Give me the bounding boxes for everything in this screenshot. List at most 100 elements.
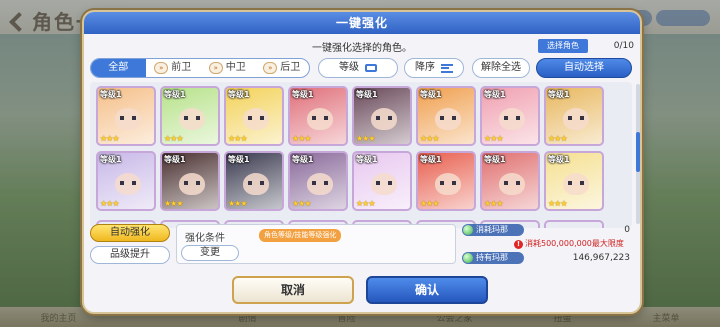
card-level: 等级1 xyxy=(356,90,378,99)
mana-coin-icon xyxy=(463,225,473,235)
character-card[interactable]: 等级1 ★★★ xyxy=(352,151,412,211)
card-level: 等级1 xyxy=(164,155,186,164)
character-eyes xyxy=(312,116,328,120)
character-eyes xyxy=(376,116,392,120)
character-eyes xyxy=(568,116,584,120)
character-card[interactable]: 等级1 ★★★ xyxy=(480,86,540,146)
grid-scrollbar[interactable] xyxy=(636,84,640,224)
card-stars: ★★★ xyxy=(548,199,567,208)
condition-label: 强化条件 xyxy=(185,233,225,244)
stack-icon xyxy=(365,64,377,72)
card-level: 等级1 xyxy=(484,155,506,164)
character-eyes xyxy=(504,181,520,185)
character-card[interactable]: 等级1 ★★★ xyxy=(544,151,604,211)
character-eyes xyxy=(504,116,520,120)
confirm-button[interactable]: 确认 xyxy=(366,276,488,304)
tab-all[interactable]: 全部 xyxy=(91,59,146,77)
character-card[interactable]: 等级1 ★★★ xyxy=(96,86,156,146)
card-level: 等级1 xyxy=(228,90,250,99)
card-stars: ★★★ xyxy=(484,199,503,208)
card-stars: ★★★ xyxy=(356,199,375,208)
enhance-condition-panel: 强化条件 变更 角色等级/技能等级强化 xyxy=(176,224,456,264)
card-level: 等级1 xyxy=(420,90,442,99)
one-click-enhance-dialog: 一键强化 一键强化选择的角色。 选择角色 0/10 全部 » 前卫 » 中卫 » 后卫… xyxy=(84,12,640,312)
character-eyes xyxy=(184,116,200,120)
middle-position-icon: » xyxy=(208,62,223,74)
character-card[interactable]: 等级1 ★★★ xyxy=(160,151,220,211)
mana-warning: ! 消耗500,000,000最大限度 xyxy=(514,238,624,249)
character-card[interactable]: 等级1 ★★★ xyxy=(352,86,412,146)
card-level: 等级1 xyxy=(548,155,570,164)
character-eyes xyxy=(568,181,584,185)
card-stars: ★★★ xyxy=(228,134,247,143)
mana-owned-value: 146,967,223 xyxy=(572,253,630,263)
tab-back[interactable]: » 后卫 xyxy=(255,59,310,77)
card-level: 等级1 xyxy=(420,155,442,164)
card-stars: ★★★ xyxy=(100,199,119,208)
character-card[interactable]: 等级1 ★★★ xyxy=(416,86,476,146)
position-tabs: 全部 » 前卫 » 中卫 » 后卫 xyxy=(90,58,310,78)
mana-coin-icon xyxy=(463,253,473,263)
subtitle-row: 一键强化选择的角色。 选择角色 0/10 xyxy=(84,34,640,56)
card-level: 等级1 xyxy=(484,90,506,99)
condition-change-button[interactable]: 变更 xyxy=(181,245,239,261)
card-level: 等级1 xyxy=(164,90,186,99)
card-stars: ★★★ xyxy=(164,199,183,208)
character-eyes xyxy=(312,181,328,185)
mana-owned-chip: 持有玛那 xyxy=(462,252,524,264)
auto-select-button[interactable]: 自动选择 xyxy=(536,58,632,78)
card-level: 等级1 xyxy=(292,155,314,164)
card-level: 等级1 xyxy=(228,155,250,164)
card-stars: ★★★ xyxy=(420,199,439,208)
condition-tag: 角色等级/技能等级强化 xyxy=(259,229,342,242)
character-eyes xyxy=(120,181,136,185)
card-stars: ★★★ xyxy=(100,134,119,143)
character-eyes xyxy=(120,116,136,120)
mana-owned-line: 持有玛那 146,967,223 xyxy=(462,252,634,264)
character-card[interactable]: 等级1 ★★★ xyxy=(480,151,540,211)
card-stars: ★★★ xyxy=(228,199,247,208)
auto-enhance-button[interactable]: 自动强化 xyxy=(90,224,170,242)
card-stars: ★★★ xyxy=(164,134,183,143)
tab-middle[interactable]: » 中卫 xyxy=(200,59,255,77)
card-stars: ★★★ xyxy=(292,199,311,208)
tab-front[interactable]: » 前卫 xyxy=(146,59,201,77)
sort-icon xyxy=(441,63,453,73)
select-character-label: 选择角色 xyxy=(538,39,588,53)
sort-order-button[interactable]: 降序 xyxy=(404,58,464,78)
card-stars: ★★★ xyxy=(548,134,567,143)
mana-panel: 消耗玛那 0 ! 消耗500,000,000最大限度 持有玛那 146,967,2… xyxy=(462,224,634,266)
card-stars: ★★★ xyxy=(420,134,439,143)
card-level: 等级1 xyxy=(100,90,122,99)
mana-cost-line: 消耗玛那 0 xyxy=(462,224,634,236)
card-level: 等级1 xyxy=(548,90,570,99)
card-stars: ★★★ xyxy=(356,134,375,143)
mana-cost-chip: 消耗玛那 xyxy=(462,224,524,236)
warning-icon: ! xyxy=(514,240,523,249)
filter-row: 全部 » 前卫 » 中卫 » 后卫 等级 降序 解除全选 自动选择 xyxy=(90,58,636,78)
character-eyes xyxy=(376,181,392,185)
cancel-button[interactable]: 取消 xyxy=(232,276,354,304)
character-card[interactable]: 等级1 ★★★ xyxy=(288,86,348,146)
rank-up-button[interactable]: 品级提升 xyxy=(90,246,170,264)
character-card[interactable]: 等级1 ★★★ xyxy=(544,86,604,146)
character-card[interactable]: 等级1 ★★★ xyxy=(160,86,220,146)
character-card[interactable]: 等级1 ★★★ xyxy=(416,151,476,211)
character-card[interactable]: 等级1 ★★★ xyxy=(224,151,284,211)
scroll-thumb[interactable] xyxy=(636,132,640,172)
clear-all-button[interactable]: 解除全选 xyxy=(472,58,530,78)
character-eyes xyxy=(440,116,456,120)
front-position-icon: » xyxy=(154,62,169,74)
character-grid: 等级1 ★★★ 等级1 ★★★ 等级1 ★★★ 等级1 ★★★ 等级1 ★★★ 等级1 ★★★ 等级1 ★… xyxy=(90,82,632,228)
character-card[interactable]: 等级1 ★★★ xyxy=(288,151,348,211)
character-eyes xyxy=(248,116,264,120)
card-stars: ★★★ xyxy=(484,134,503,143)
character-eyes xyxy=(184,181,200,185)
card-level: 等级1 xyxy=(292,90,314,99)
card-level: 等级1 xyxy=(100,155,122,164)
back-position-icon: » xyxy=(263,62,278,74)
sort-key-button[interactable]: 等级 xyxy=(318,58,398,78)
character-card[interactable]: 等级1 ★★★ xyxy=(96,151,156,211)
character-card[interactable]: 等级1 ★★★ xyxy=(224,86,284,146)
character-grid-items: 等级1 ★★★ 等级1 ★★★ 等级1 ★★★ 等级1 ★★★ 等级1 ★★★ 等级1 ★★★ 等级1 ★… xyxy=(90,82,632,211)
